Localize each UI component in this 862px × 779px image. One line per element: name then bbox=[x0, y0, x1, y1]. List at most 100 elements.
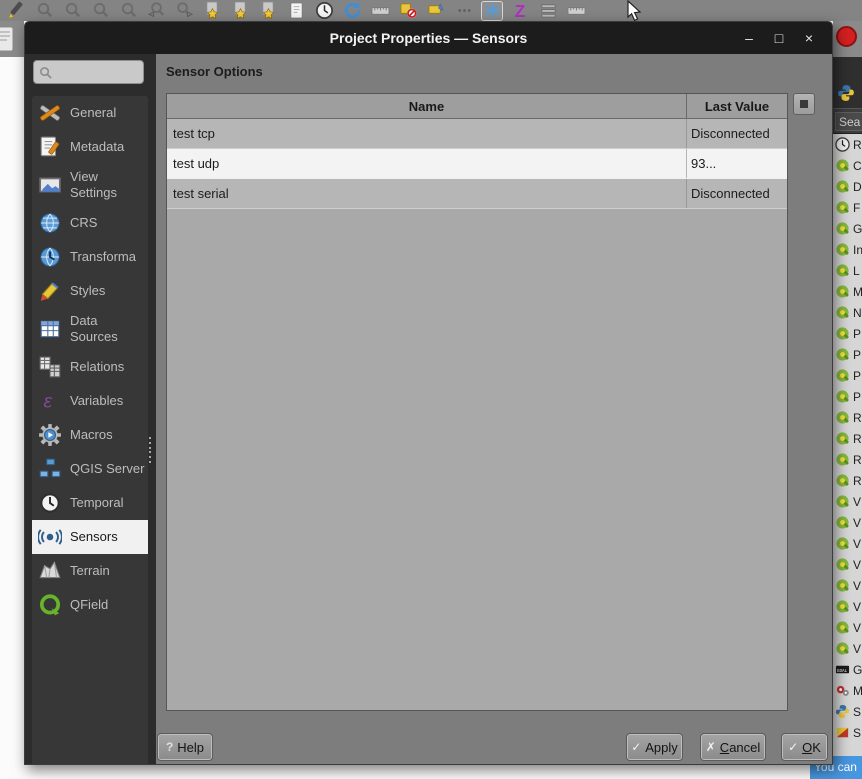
cell-name[interactable]: test tcp bbox=[167, 119, 686, 148]
dialog-titlebar[interactable]: Project Properties — Sensors – □ × bbox=[25, 22, 832, 54]
processing-list-item[interactable]: V bbox=[833, 638, 862, 659]
star-bookmark-icon[interactable] bbox=[257, 1, 279, 21]
processing-item-label: S bbox=[853, 704, 862, 719]
red-record-icon bbox=[836, 26, 857, 47]
new-annotation-icon[interactable] bbox=[425, 1, 447, 21]
cell-last-value[interactable]: Disconnected bbox=[686, 119, 787, 148]
close-button[interactable]: × bbox=[794, 26, 824, 50]
python-icon bbox=[835, 704, 850, 719]
processing-list-item[interactable]: M bbox=[833, 281, 862, 302]
measure-icon[interactable] bbox=[369, 1, 391, 21]
cell-last-value[interactable]: Disconnected bbox=[686, 179, 787, 208]
zoom-next-icon[interactable] bbox=[173, 1, 195, 21]
sidebar-item-transforma[interactable]: Transforma bbox=[32, 240, 148, 274]
processing-list-item[interactable]: M bbox=[833, 680, 862, 701]
zoom-out-icon[interactable] bbox=[61, 1, 83, 21]
apply-button[interactable]: ✓ Apply bbox=[626, 733, 683, 761]
processing-search-value[interactable]: Sea bbox=[835, 112, 862, 131]
processing-list-item[interactable]: R bbox=[833, 407, 862, 428]
processing-list-item[interactable]: V bbox=[833, 575, 862, 596]
sidebar-search-input[interactable] bbox=[33, 60, 144, 84]
zoom-full-icon[interactable] bbox=[117, 1, 139, 21]
cancel-button[interactable]: ✗ Cancel bbox=[700, 733, 766, 761]
help-button[interactable]: ? Help bbox=[157, 733, 213, 761]
processing-list-item[interactable]: V bbox=[833, 554, 862, 575]
right-panel-toolbar bbox=[833, 21, 862, 57]
processing-list-item[interactable]: R bbox=[833, 134, 862, 155]
sidebar-item-metadata[interactable]: Metadata bbox=[32, 130, 148, 164]
sidebar-item-crs[interactable]: CRS bbox=[32, 206, 148, 240]
edit-pen-icon[interactable] bbox=[5, 1, 27, 21]
table-header[interactable]: Name Last Value bbox=[167, 94, 787, 119]
processing-list-item[interactable]: V bbox=[833, 596, 862, 617]
processing-list-item[interactable]: R bbox=[833, 470, 862, 491]
processing-list-item[interactable]: P bbox=[833, 365, 862, 386]
processing-list-item[interactable]: In bbox=[833, 239, 862, 260]
splitter-handle[interactable] bbox=[147, 437, 153, 463]
edit-bookmark-icon[interactable] bbox=[229, 1, 251, 21]
temporal-controller-icon[interactable] bbox=[313, 1, 335, 21]
processing-list-item[interactable]: C bbox=[833, 155, 862, 176]
processing-list-item[interactable]: P bbox=[833, 323, 862, 344]
processing-list-item[interactable]: F bbox=[833, 197, 862, 218]
processing-list-item[interactable]: V bbox=[833, 491, 862, 512]
processing-list-item[interactable]: V bbox=[833, 533, 862, 554]
sidebar-item-view-settings[interactable]: View Settings bbox=[32, 164, 148, 206]
sidebar-item-qgis-server[interactable]: QGIS Server bbox=[32, 452, 148, 486]
sidebar-item-general[interactable]: General bbox=[32, 96, 148, 130]
maximize-button[interactable]: □ bbox=[764, 26, 794, 50]
sidebar-item-variables[interactable]: ε Variables bbox=[32, 384, 148, 418]
sidebar-item-styles[interactable]: Styles bbox=[32, 274, 148, 308]
processing-list-item[interactable]: R bbox=[833, 428, 862, 449]
processing-list-item[interactable]: P bbox=[833, 386, 862, 407]
layers-list-icon[interactable] bbox=[537, 1, 559, 21]
processing-list-item[interactable]: R bbox=[833, 449, 862, 470]
column-header-name[interactable]: Name bbox=[167, 94, 686, 118]
more-options-icon[interactable] bbox=[453, 1, 475, 21]
zoom-in-icon[interactable] bbox=[33, 1, 55, 21]
table-row[interactable]: test tcp Disconnected bbox=[167, 119, 787, 149]
processing-item-label: M bbox=[853, 284, 862, 299]
processing-list-item[interactable]: V bbox=[833, 617, 862, 638]
table-row[interactable]: test serial Disconnected bbox=[167, 179, 787, 209]
processing-list-item[interactable]: S bbox=[833, 722, 862, 743]
map-tips-off-icon[interactable] bbox=[397, 1, 419, 21]
show-bookmarks-icon[interactable] bbox=[285, 1, 307, 21]
crs-icon bbox=[38, 211, 62, 235]
processing-list-item[interactable]: D bbox=[833, 176, 862, 197]
processing-list-item[interactable]: S bbox=[833, 701, 862, 722]
decorations-icon[interactable]: Z bbox=[509, 1, 531, 21]
processing-list-item[interactable]: GDAL G bbox=[833, 659, 862, 680]
processing-list-item[interactable]: G bbox=[833, 218, 862, 239]
sidebar-item-label: Macros bbox=[70, 427, 113, 442]
processing-list[interactable]: R C D F G In L M N P P P P R R R R V V V V V V V V GDAL G M S S bbox=[833, 134, 862, 756]
sidebar-item-sensors[interactable]: Sensors bbox=[32, 520, 148, 554]
sidebar-item-relations[interactable]: Relations bbox=[32, 350, 148, 384]
cell-name[interactable]: test serial bbox=[167, 179, 686, 208]
processing-list-item[interactable]: N bbox=[833, 302, 862, 323]
sidebar-item-data-sources[interactable]: Data Sources bbox=[32, 308, 148, 350]
sidebar-item-temporal[interactable]: Temporal bbox=[32, 486, 148, 520]
button-label: OK bbox=[802, 739, 821, 755]
processing-list-item[interactable]: V bbox=[833, 512, 862, 533]
minimize-button[interactable]: – bbox=[734, 26, 764, 50]
cell-name[interactable]: test udp bbox=[167, 149, 686, 178]
zoom-native-icon[interactable] bbox=[89, 1, 111, 21]
table-settings-button[interactable] bbox=[793, 93, 815, 115]
processing-list-item[interactable]: L bbox=[833, 260, 862, 281]
table-row[interactable]: test udp 93... bbox=[167, 149, 787, 179]
new-bookmark-icon[interactable] bbox=[201, 1, 223, 21]
cell-last-value[interactable]: 93... bbox=[686, 149, 787, 178]
refresh-map-icon[interactable] bbox=[341, 1, 363, 21]
sidebar-item-macros[interactable]: Macros bbox=[32, 418, 148, 452]
measure-ruler-icon[interactable] bbox=[565, 1, 587, 21]
sidebar-item-qfield[interactable]: QField bbox=[32, 588, 148, 622]
processing-search-field[interactable]: Sea bbox=[833, 108, 862, 134]
processing-toolbox-icon[interactable] bbox=[481, 0, 503, 21]
sidebar-item-terrain[interactable]: Terrain bbox=[32, 554, 148, 588]
zoom-last-icon[interactable] bbox=[145, 1, 167, 21]
processing-item-label: D bbox=[853, 179, 862, 194]
column-header-last-value[interactable]: Last Value bbox=[686, 94, 787, 118]
ok-button[interactable]: ✓ OK bbox=[781, 733, 828, 761]
processing-list-item[interactable]: P bbox=[833, 344, 862, 365]
